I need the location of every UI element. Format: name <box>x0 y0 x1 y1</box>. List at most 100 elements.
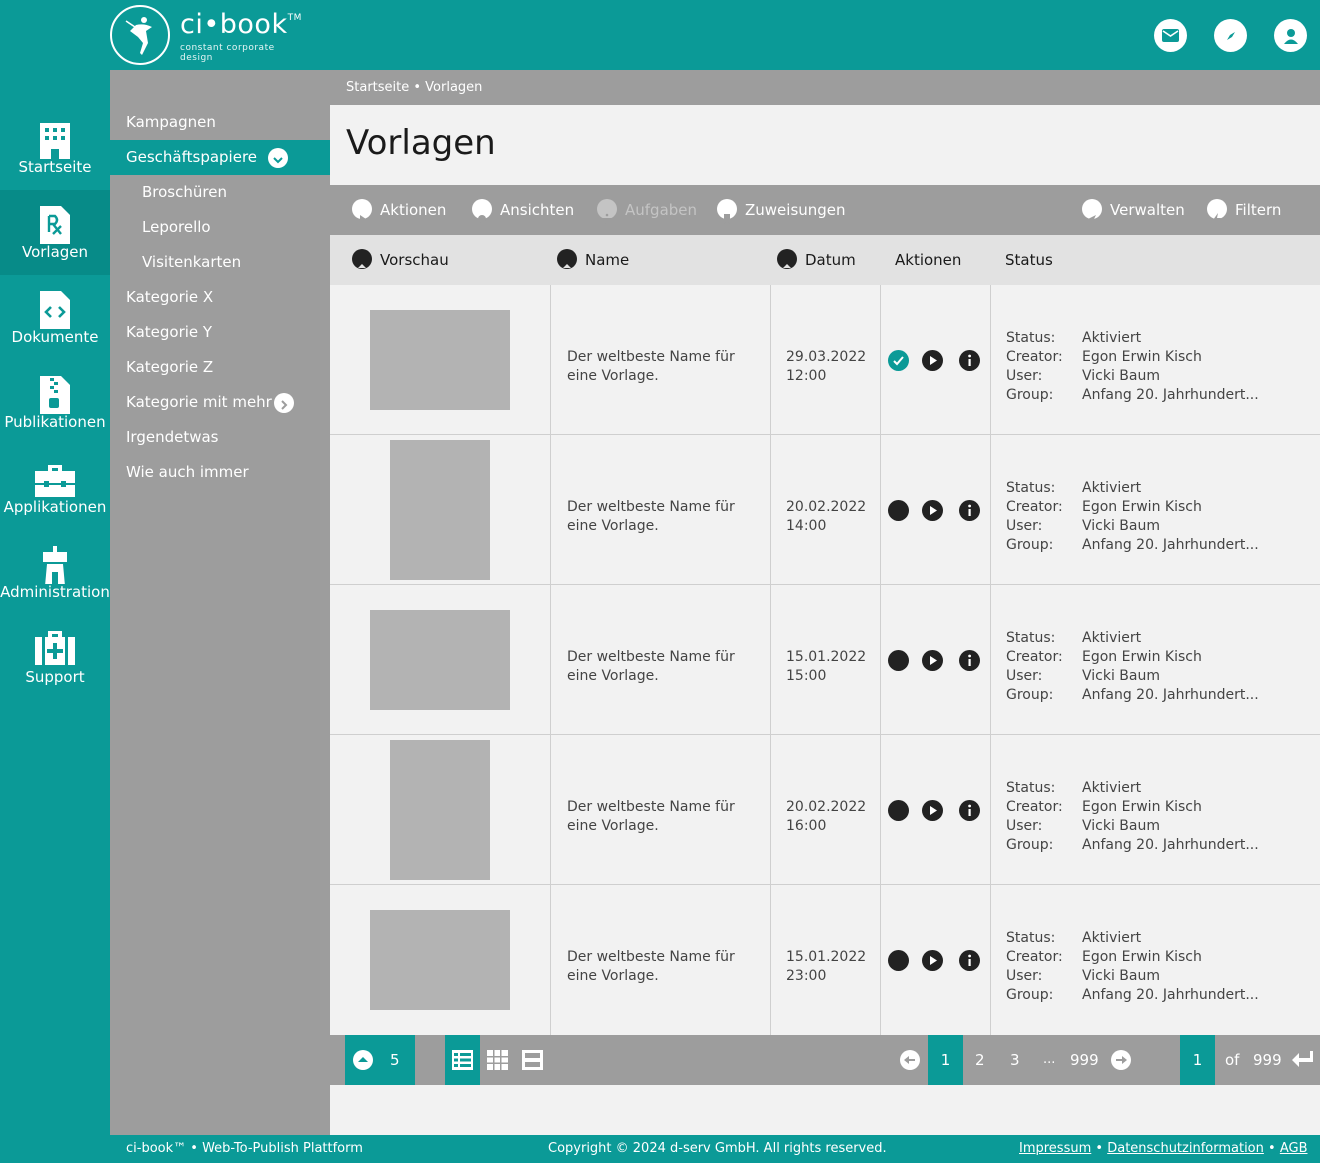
preview-cell <box>330 735 551 885</box>
play-icon[interactable] <box>922 800 943 821</box>
play-icon[interactable] <box>922 950 943 971</box>
submenu-item-wie-auch-immer[interactable]: Wie auch immer <box>110 455 330 490</box>
toolbox-icon <box>35 465 75 497</box>
agb-link[interactable]: AGB <box>1280 1141 1308 1156</box>
nav-label: Support <box>25 668 85 686</box>
table-row[interactable]: Der weltbeste Name für eine Vorlage. 20.… <box>330 435 1320 585</box>
column-header-datum[interactable]: Datum <box>777 235 856 285</box>
table-row[interactable]: Der weltbeste Name für eine Vorlage. 15.… <box>330 585 1320 735</box>
category-menu: Kampagnen Geschäftspapiere Broschüren Le… <box>110 70 330 1135</box>
preview-thumbnail[interactable] <box>370 310 510 410</box>
per-page-selector[interactable]: 5 <box>345 1035 415 1085</box>
template-name[interactable]: Der weltbeste Name für eine Vorlage. <box>567 948 757 986</box>
mail-icon[interactable] <box>1154 19 1187 52</box>
info-icon[interactable] <box>959 350 980 371</box>
breadcrumb[interactable]: Startseite • Vorlagen <box>330 70 1320 105</box>
play-icon[interactable] <box>922 350 943 371</box>
table-row[interactable]: Der weltbeste Name für eine Vorlage. 20.… <box>330 735 1320 885</box>
status-dot-icon[interactable] <box>888 800 909 821</box>
chevron-down-icon[interactable] <box>268 148 288 168</box>
column-header-vorschau[interactable]: Vorschau <box>352 235 449 285</box>
info-icon[interactable] <box>959 950 980 971</box>
template-name[interactable]: Der weltbeste Name für eine Vorlage. <box>567 798 757 836</box>
template-name[interactable]: Der weltbeste Name für eine Vorlage. <box>567 498 757 536</box>
zuweisungen-button[interactable]: Zuweisungen <box>717 185 846 235</box>
play-icon[interactable] <box>922 500 943 521</box>
template-date: 29.03.2022 12:00 <box>786 349 867 384</box>
submenu-item-visitenkarten[interactable]: Visitenkarten <box>110 245 330 280</box>
nav-item-publikationen[interactable]: Publikationen <box>0 360 110 445</box>
impressum-link[interactable]: Impressum <box>1019 1141 1091 1156</box>
code-file-icon <box>40 291 70 329</box>
info-icon[interactable] <box>959 650 980 671</box>
nav-item-administration[interactable]: Administration <box>0 530 110 615</box>
submenu-item-kategorie-z[interactable]: Kategorie Z <box>110 350 330 385</box>
name-cell: Der weltbeste Name für eine Vorlage. <box>551 585 771 735</box>
app-name: ci•bookTM <box>180 9 302 40</box>
info-icon[interactable] <box>959 500 980 521</box>
nav-item-support[interactable]: Support <box>0 615 110 700</box>
grid-view-icon[interactable] <box>487 1050 508 1070</box>
submenu-item-kategorie-y[interactable]: Kategorie Y <box>110 315 330 350</box>
status-cell: Status: Aktiviert Creator: Egon Erwin Kisc… <box>991 735 1320 885</box>
aufgaben-button[interactable]: Aufgaben <box>597 185 697 235</box>
list-view-button[interactable] <box>445 1035 480 1085</box>
submenu-item-irgendetwas[interactable]: Irgendetwas <box>110 420 330 455</box>
page-of-label: of <box>1225 1051 1240 1069</box>
ansichten-button[interactable]: Ansichten <box>472 185 574 235</box>
column-header-name[interactable]: Name <box>557 235 629 285</box>
preview-thumbnail[interactable] <box>390 440 490 580</box>
preview-thumbnail[interactable] <box>390 740 490 880</box>
compass-icon[interactable] <box>1214 19 1247 52</box>
status-dot-icon[interactable] <box>888 950 909 971</box>
previous-page-icon[interactable] <box>900 1050 920 1070</box>
chevron-right-icon[interactable] <box>274 393 294 413</box>
play-icon[interactable] <box>922 650 943 671</box>
enter-icon[interactable] <box>1292 1051 1314 1069</box>
date-cell: 15.01.2022 23:00 <box>771 885 881 1035</box>
page-2-button[interactable]: 2 <box>975 1035 985 1085</box>
card-view-icon[interactable] <box>522 1050 543 1070</box>
check-icon[interactable] <box>888 350 909 371</box>
page-1-button[interactable]: 1 <box>928 1035 963 1085</box>
table-row[interactable]: Der weltbeste Name für eine Vorlage. 15.… <box>330 885 1320 1035</box>
bookmark-icon <box>717 198 737 224</box>
submenu-item-geschaeftspapiere[interactable]: Geschäftspapiere <box>110 140 330 175</box>
filtern-button[interactable]: Filtern <box>1207 185 1281 235</box>
submenu-item-broschueren[interactable]: Broschüren <box>110 175 330 210</box>
submenu-item-kampagnen[interactable]: Kampagnen <box>110 105 330 140</box>
view-icon <box>472 198 492 223</box>
page-3-button[interactable]: 3 <box>1010 1035 1020 1085</box>
template-name[interactable]: Der weltbeste Name für eine Vorlage. <box>567 648 757 686</box>
preview-thumbnail[interactable] <box>370 910 510 1010</box>
submenu-item-leporello[interactable]: Leporello <box>110 210 330 245</box>
template-date: 15.01.2022 15:00 <box>786 649 867 684</box>
datenschutz-link[interactable]: Datenschutzinformation <box>1107 1141 1264 1156</box>
verwalten-button[interactable]: Verwalten <box>1082 185 1185 235</box>
pagination-bar: 5 1 2 3 ... 999 1 of 999 <box>330 1035 1320 1085</box>
aktionen-button[interactable]: Aktionen <box>352 185 446 235</box>
next-page-icon[interactable] <box>1111 1050 1131 1070</box>
app-logo[interactable]: ci•bookTM constant corporate design <box>110 5 310 65</box>
page-999-button[interactable]: 999 <box>1070 1035 1099 1085</box>
nav-item-applikationen[interactable]: Applikationen <box>0 445 110 530</box>
nav-item-startseite[interactable]: Startseite <box>0 105 110 190</box>
info-icon[interactable] <box>959 800 980 821</box>
submenu-item-kategorie-x[interactable]: Kategorie X <box>110 280 330 315</box>
status-dot-icon[interactable] <box>888 500 909 521</box>
user-icon[interactable] <box>1274 19 1307 52</box>
submenu-item-kategorie-mit-mehr[interactable]: Kategorie mit mehr <box>110 385 330 420</box>
table-row[interactable]: Der weltbeste Name für eine Vorlage. 29.… <box>330 285 1320 435</box>
name-cell: Der weltbeste Name für eine Vorlage. <box>551 285 771 435</box>
template-name[interactable]: Der weltbeste Name für eine Vorlage. <box>567 348 757 386</box>
chevron-up-icon[interactable] <box>353 1050 373 1070</box>
page-jump-input[interactable]: 1 <box>1180 1035 1215 1085</box>
status-details: Status: Aktiviert Creator: Egon Erwin Kisc… <box>1006 480 1259 553</box>
preview-thumbnail[interactable] <box>370 610 510 710</box>
date-cell: 29.03.2022 12:00 <box>771 285 881 435</box>
status-dot-icon[interactable] <box>888 650 909 671</box>
footer-separator: • <box>1095 1141 1104 1156</box>
send-icon <box>1082 198 1102 223</box>
nav-item-vorlagen[interactable]: Vorlagen <box>0 190 110 275</box>
nav-item-dokumente[interactable]: Dokumente <box>0 275 110 360</box>
